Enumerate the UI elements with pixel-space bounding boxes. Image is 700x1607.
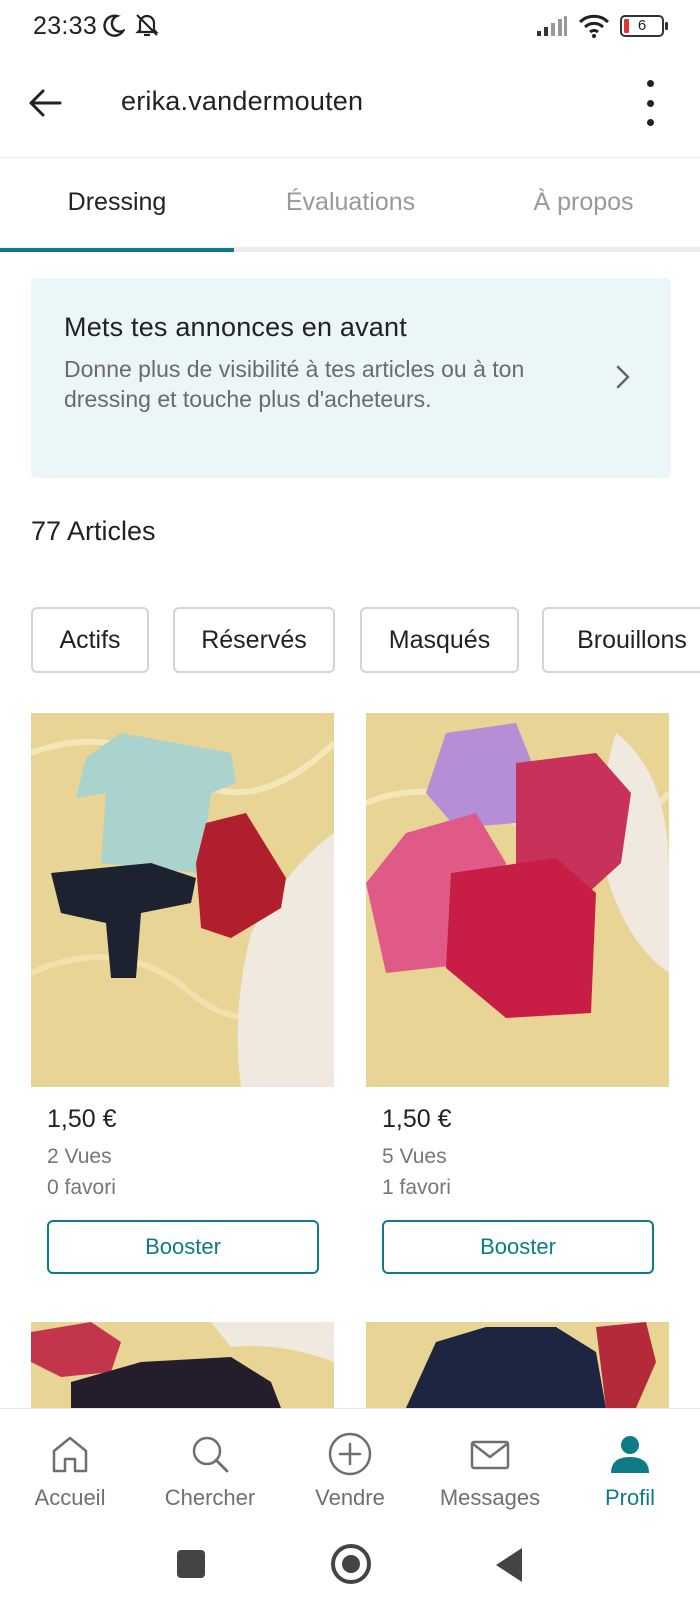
profile-tabs: Dressing Évaluations À propos [0,158,700,252]
plus-circle-icon [327,1431,373,1477]
item-favorites: 0 favori [47,1176,116,1199]
status-right-icons: 6 [536,14,668,38]
nav-chercher[interactable]: Chercher [140,1409,280,1520]
articles-count: 77 Articles [31,516,156,546]
signal-icon [537,16,567,36]
booster-button[interactable]: Booster [382,1220,654,1274]
bottom-navigation: Accueil Chercher Vendre Messages Profil [0,1408,700,1520]
item-photo-image [31,1322,334,1408]
item-views: 2 Vues [47,1145,112,1168]
wifi-icon [578,14,610,38]
filter-actifs[interactable]: Actifs [31,607,149,673]
chevron-right-icon [616,365,630,389]
item-card: 1,50 € 5 Vues 1 favori Booster [366,713,669,1274]
tab-dressing[interactable]: Dressing [0,158,234,252]
nav-label: Messages [439,1485,541,1510]
nav-accueil[interactable]: Accueil [0,1409,140,1520]
alarm-off-icon [135,14,159,37]
nav-label: Profil [604,1485,656,1510]
item-price: 1,50 € [47,1105,117,1133]
item-photo-image [31,713,334,1087]
nav-label: Accueil [34,1485,106,1510]
filter-reserves[interactable]: Réservés [173,607,335,673]
tab-evaluations[interactable]: Évaluations [234,158,467,247]
item-photo[interactable] [31,713,334,1087]
system-navigation [0,1520,700,1607]
back-button[interactable] [26,84,64,122]
battery-icon: 6 [620,15,668,37]
arrow-left-icon [29,89,62,117]
home-button[interactable] [331,1544,371,1584]
nav-messages[interactable]: Messages [420,1409,560,1520]
user-icon [607,1431,653,1477]
page-title: erika.vandermouten [121,86,364,116]
filter-masques[interactable]: Masqués [360,607,519,673]
item-favorites: 1 favori [382,1176,451,1199]
profile-header: erika.vandermouten [0,56,700,158]
recent-apps-button[interactable] [177,1550,205,1578]
item-photo[interactable] [366,1322,669,1408]
promo-banner[interactable]: Mets tes annonces en avant Donne plus de… [31,278,671,478]
system-back-button[interactable] [496,1548,522,1582]
booster-button[interactable]: Booster [47,1220,319,1274]
promo-title: Mets tes annonces en avant [64,312,407,342]
nav-vendre[interactable]: Vendre [280,1409,420,1520]
home-icon [47,1431,93,1477]
item-photo-image [366,1322,669,1408]
nav-profil[interactable]: Profil [560,1409,700,1520]
filter-brouillons[interactable]: Brouillons [542,607,700,673]
nav-label: Vendre [315,1485,385,1510]
more-options-button[interactable] [640,80,660,126]
item-photo[interactable] [366,713,669,1087]
mail-icon [467,1431,513,1477]
item-card: 1,50 € 2 Vues 0 favori Booster [31,713,334,1274]
status-time: 23:33 [33,12,98,40]
nav-label: Chercher [164,1485,256,1510]
moon-icon [103,14,125,37]
status-bar: 23:33 6 [0,0,700,56]
search-icon [187,1431,233,1477]
status-left-icons [103,12,161,38]
battery-level: 6 [637,17,647,34]
tab-a-propos[interactable]: À propos [467,158,700,247]
item-photo-image [366,713,669,1087]
item-views: 5 Vues [382,1145,447,1168]
filter-chips: Actifs Réservés Masqués Brouillons [31,607,700,675]
more-vertical-icon [646,80,654,87]
promo-text: Donne plus de visibilité à tes articles … [64,356,525,412]
item-price: 1,50 € [382,1105,452,1133]
item-photo[interactable] [31,1322,334,1408]
